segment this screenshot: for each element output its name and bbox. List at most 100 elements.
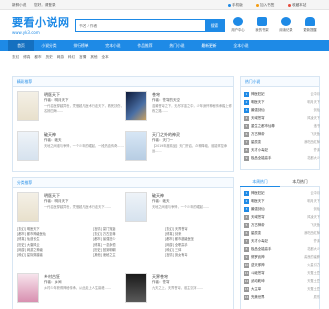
list-item[interactable]: 2 明医天下 明月天下 bbox=[244, 98, 320, 106]
subnav-item[interactable]: 全本 bbox=[102, 55, 109, 59]
book-card[interactable]: 苍穹 作者：苍穹的天空 浩瀚苍穹之下，无尽宇宙之中，少年身怀神秘传承踏上修炼之路… bbox=[125, 91, 235, 131]
site-logo[interactable]: 要看小说网 www.yk3.com bbox=[12, 14, 70, 35]
book-author: 作者：苍穹的天空 bbox=[152, 98, 180, 102]
book-desc: 天地之间谁与争锋，一个少年的崛起…… bbox=[152, 205, 210, 209]
book-author: 作者：破天 bbox=[152, 199, 170, 203]
history-button[interactable]: 阅读记录 bbox=[274, 17, 298, 32]
subnav-item[interactable]: 言情 bbox=[79, 55, 86, 59]
book-card[interactable]: 天门之外的神灵 作者：天门一 【2019年度精品】天门开启，众神降临，谁能掌控命… bbox=[125, 131, 235, 171]
subnav-item[interactable]: 历史 bbox=[46, 55, 53, 59]
book-card[interactable]: 天界苍穹 作者：苍穹 九天之上，天界苍穹，谁主沉浮…… bbox=[125, 273, 235, 309]
list-item[interactable]: 14 完美世界 辰东 bbox=[244, 293, 320, 301]
list-item[interactable]: 11 斗破苍穹 天蚕土豆 bbox=[244, 269, 320, 277]
book-desc: 【2019年度精品】天门开启，众神降临，谁能掌控命运…… bbox=[152, 144, 228, 153]
bookshelf-icon bbox=[257, 17, 267, 26]
list-item[interactable]: 3 最强剑仙 剑仙 bbox=[244, 205, 320, 213]
book-desc: 浩瀚苍穹之下，无尽宇宙之中，少年身怀神秘传承踏上修炼之路…… bbox=[152, 104, 232, 113]
login-link[interactable]: 您好，请登录 bbox=[34, 3, 56, 8]
list-item[interactable]: 9 极品全能高手 花都大少 bbox=[244, 154, 320, 162]
subnav-item[interactable]: 科幻 bbox=[68, 55, 75, 59]
subnav-item[interactable]: 其他 bbox=[90, 55, 97, 59]
nav-latest[interactable]: 最新更新 bbox=[196, 40, 222, 51]
search-bar: 搜索 bbox=[75, 19, 225, 32]
category-list-mid: [言情] 豪门宠妻 [玄幻] 万古至尊 [都市] 最强狂少 [修真] 一念永恒 … bbox=[93, 227, 116, 258]
book-card[interactable]: 破天神 作者：破天 天地之间谁与争锋，一个少年的崛起…… bbox=[125, 192, 235, 232]
featured-title: 精彩推荐 bbox=[13, 77, 233, 87]
search-button[interactable]: 搜索 bbox=[205, 20, 224, 31]
book-cover[interactable] bbox=[125, 131, 147, 161]
hot-list-panel: 热门小说 1 神医狂妃 云中月 2 明医天下 明月天下 3 最强剑仙 剑仙 4 天域苍穹 风凌天… bbox=[240, 76, 320, 170]
hot-list-title: 热门小说 bbox=[241, 77, 319, 87]
list-item[interactable]: 5 万古神帝 飞天鱼 bbox=[244, 221, 320, 229]
nav-finished[interactable]: 完本小说 bbox=[100, 40, 126, 51]
book-author: 作者：天门一 bbox=[152, 138, 173, 142]
list-item[interactable]: [都市] 最强狂少 bbox=[93, 237, 116, 242]
category-list-left: [玄幻] 明医天下 [都市] 都市神级医仙 [修真] 仙道长生 [历史] 大唐风… bbox=[17, 227, 46, 258]
nav-category[interactable]: 小说分类 bbox=[36, 40, 62, 51]
list-item[interactable]: 7 星辰变 我吃西红柿 bbox=[244, 138, 320, 146]
book-cover[interactable] bbox=[17, 91, 39, 121]
book-cover[interactable] bbox=[125, 91, 147, 121]
list-item[interactable]: 8 极品全能高手 花都大少 bbox=[244, 245, 320, 253]
nav-hot[interactable]: 热门小说 bbox=[164, 40, 190, 51]
list-item[interactable]: 5 重生之都市仙尊 洛书 bbox=[244, 122, 320, 130]
list-item[interactable]: [科幻] 星际穿越者 bbox=[17, 253, 46, 258]
bookmark-link[interactable]: 加入书签 bbox=[256, 3, 274, 8]
list-item[interactable]: 7 天才小毒妃 芥沫 bbox=[244, 237, 320, 245]
book-cover[interactable] bbox=[125, 273, 147, 303]
book-author: 作者：明月天下 bbox=[44, 199, 69, 203]
tab-monthly[interactable]: 本月热门 bbox=[280, 177, 320, 187]
list-item[interactable]: 6 星辰变 我吃西红柿 bbox=[244, 229, 320, 237]
list-item[interactable]: [其他] 诡秘之主 bbox=[93, 253, 116, 258]
topbar-link[interactable]: 新鲜小说 bbox=[12, 3, 26, 8]
list-item[interactable]: 1 神医狂妃 云中月 bbox=[244, 90, 320, 98]
book-card[interactable]: 破天神 作者：破天 天地之间谁与争锋，一个少年的崛起，一段热血传奇…… bbox=[17, 131, 127, 171]
top-bar: 新鲜小说 您好，请登录 手机版 加入书签 收藏本站 bbox=[0, 0, 329, 10]
list-item[interactable]: [都市] 都市超级医圣 bbox=[165, 237, 194, 242]
ranking-tabs: 本周热门 本月热门 bbox=[240, 177, 320, 187]
list-item[interactable]: 4 天域苍穹 风凌天下 bbox=[244, 114, 320, 122]
nav-rank[interactable]: 排行榜单 bbox=[68, 40, 94, 51]
category-panel: 分类推荐 明医天下 作者：明月天下 一代名医穿越异世，凭借超凡医术行走天下…… … bbox=[12, 177, 234, 309]
nav-recommend[interactable]: 作品推荐 bbox=[132, 40, 158, 51]
list-item[interactable]: 12 武动乾坤 天蚕土豆 bbox=[244, 277, 320, 285]
book-card[interactable]: 明医天下 作者：明月天下 一代名医穿越异世，凭借超凡医术行走天下…… bbox=[17, 192, 127, 232]
subnav-item[interactable]: 都市 bbox=[34, 55, 41, 59]
main-nav: 首页 小说分类 排行榜单 完本小说 作品推荐 热门小说 最新更新 全本小说 bbox=[0, 40, 329, 51]
featured-panel: 精彩推荐 明医天下 作者：明月天下 一代名医穿越异世，凭借超凡医术行走天下，救死… bbox=[12, 76, 234, 172]
list-item[interactable]: 9 修罗武神 善良的蜜蜂 bbox=[244, 253, 320, 261]
subnav-item[interactable]: 修真 bbox=[23, 55, 30, 59]
tab-weekly[interactable]: 本周热门 bbox=[240, 177, 280, 187]
book-desc: 九天之上，天界苍穹，谁主沉浮…… bbox=[152, 286, 203, 290]
book-card[interactable]: 乡村古狂 作者：乡间 乡村少年获得神秘传承，从此走上人生巅峰…… bbox=[17, 273, 127, 309]
book-desc: 一代名医穿越异世，凭借超凡医术行走天下，救死扶伤，名扬四海…… bbox=[44, 104, 124, 113]
ranking-list: 1 神医狂妃 云中月 2 明医天下 明月天下 3 最强剑仙 剑仙 4 天域苍穹 风凌天下 5 万古… bbox=[240, 187, 320, 309]
list-item[interactable]: 6 万古神帝 飞天鱼 bbox=[244, 130, 320, 138]
list-item[interactable]: 13 大主宰 天蚕土豆 bbox=[244, 285, 320, 293]
list-item[interactable]: 10 逆天邪神 火星引力 bbox=[244, 261, 320, 269]
book-cover[interactable] bbox=[17, 131, 39, 161]
bookshelf-button[interactable]: 我的书架 bbox=[250, 17, 274, 32]
category-list-right: [玄幻] 天界苍穹 [修真] 剑来 [都市] 都市超级医圣 [网游] 全职高手 … bbox=[165, 227, 194, 258]
user-center-button[interactable]: 用户中心 bbox=[226, 17, 250, 32]
mobile-link[interactable]: 手机版 bbox=[228, 3, 243, 8]
list-item[interactable]: 1 神医狂妃 云中月 bbox=[244, 189, 320, 197]
book-cover[interactable] bbox=[17, 192, 39, 222]
logo-url: www.yk3.com bbox=[12, 30, 40, 35]
list-item[interactable]: 4 天域苍穹 风凌天下 bbox=[244, 213, 320, 221]
subnav-item[interactable]: 网游 bbox=[57, 55, 64, 59]
nav-home[interactable]: 首页 bbox=[8, 40, 34, 51]
list-item[interactable]: 2 明医天下 明月天下 bbox=[244, 197, 320, 205]
reminder-button[interactable]: 更新提醒 bbox=[298, 17, 322, 32]
search-input[interactable] bbox=[76, 20, 204, 31]
list-item[interactable]: 8 天才小毒妃 芥沫 bbox=[244, 146, 320, 154]
book-cover[interactable] bbox=[17, 273, 39, 303]
book-cover[interactable] bbox=[125, 192, 147, 222]
book-card[interactable]: 明医天下 作者：明月天下 一代名医穿越异世，凭借超凡医术行走天下，救死扶伤，名扬… bbox=[17, 91, 127, 131]
favorite-link[interactable]: 收藏本站 bbox=[288, 3, 306, 8]
user-center-icon bbox=[233, 17, 243, 26]
list-item[interactable]: 3 最强剑仙 剑仙 bbox=[244, 106, 320, 114]
subnav-item[interactable]: 玄幻 bbox=[12, 55, 19, 59]
list-item[interactable]: [言情] 庶女有毒 bbox=[165, 253, 194, 258]
nav-complete[interactable]: 全本小说 bbox=[228, 40, 254, 51]
